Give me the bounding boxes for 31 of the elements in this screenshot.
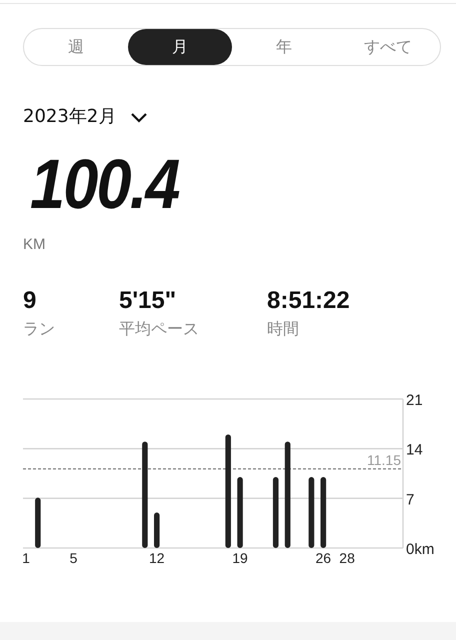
stat-label: ラン (23, 319, 56, 340)
y-tick-label: 7 (406, 491, 414, 508)
bar (237, 477, 243, 548)
period-tab[interactable]: 年 (232, 29, 336, 65)
x-tick-label: 12 (149, 550, 165, 565)
period-tab[interactable]: すべて (336, 29, 440, 65)
total-distance: 100.4 (30, 144, 180, 224)
stat-value: 8:51:22 (267, 287, 350, 315)
period-label[interactable]: 2023年2月 (23, 104, 116, 128)
bar (272, 477, 279, 548)
stat-label: 時間 (267, 319, 300, 340)
period-tab[interactable]: 月 (128, 29, 232, 65)
bar (154, 512, 160, 548)
stat-label: 平均ペース (119, 319, 200, 340)
y-tick-label: 21 (406, 392, 423, 409)
period-tab[interactable]: 週 (24, 29, 128, 65)
x-tick-label: 28 (339, 550, 355, 565)
x-tick-label: 19 (232, 550, 248, 565)
x-tick-label: 1 (22, 550, 30, 565)
chevron-down-icon[interactable] (130, 112, 148, 123)
y-tick-label: 14 (406, 442, 423, 459)
bar (308, 477, 314, 548)
average-label: 11.15 (367, 452, 401, 468)
bar (35, 498, 41, 548)
y-tick-label: 0km (406, 541, 434, 558)
stat-value: 9 (23, 287, 38, 315)
bar (320, 477, 326, 548)
x-tick-label: 26 (316, 550, 332, 565)
stat-value: 5'15" (119, 287, 178, 315)
distance-unit: KM (23, 236, 46, 253)
x-tick-label: 5 (70, 550, 78, 565)
